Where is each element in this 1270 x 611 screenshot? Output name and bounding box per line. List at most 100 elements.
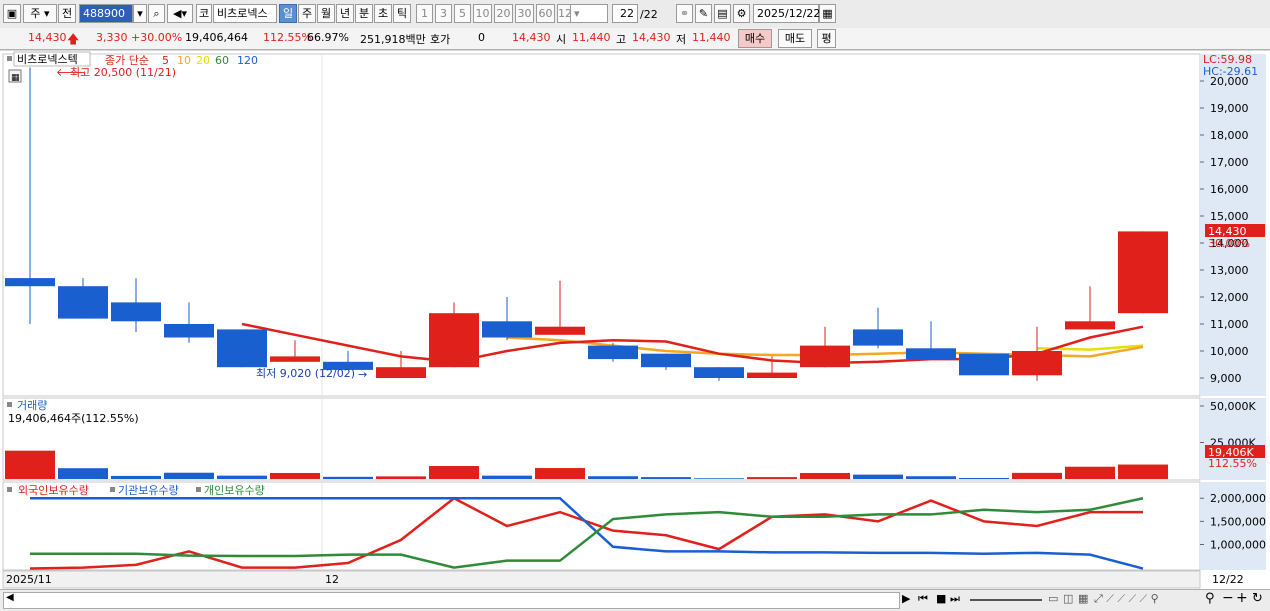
sell-button[interactable]: 매도 — [778, 29, 812, 48]
horizontal-scrollbar[interactable] — [3, 592, 900, 609]
scroll-right-icon[interactable]: ▶ — [902, 592, 910, 605]
bottom-bar: ◀ ▶ ⏮ ■ ⏭ ▭ ◫ ▦ ⤢ ⟋ ⟋ ⟋ ⟋ ⚲ ⚲ − + ↻ — [0, 589, 1270, 611]
interval-button-2[interactable]: 5 — [454, 4, 471, 23]
candle-body — [535, 326, 585, 335]
volume-bar — [5, 450, 55, 479]
chart-area[interactable]: 20,000 19,000 18,000 17,000 16,000 15,000 14,0… — [0, 51, 1270, 589]
price-tick-label: 18,000 — [1210, 129, 1249, 142]
draw-icon[interactable]: ✎ — [695, 4, 712, 23]
interval-button-4[interactable]: 20 — [494, 4, 513, 23]
gear-icon[interactable]: ⚙ — [733, 4, 750, 23]
table-icon-glyph: ▦ — [11, 73, 20, 83]
legend-ma20: 20 — [196, 54, 210, 67]
interval-button-3[interactable]: 10 — [473, 4, 492, 23]
candle-body — [641, 353, 691, 368]
period-tab-1[interactable]: 주 — [298, 4, 316, 23]
code-dropdown-icon[interactable]: ▾ — [133, 4, 147, 23]
legend-marker — [7, 56, 12, 61]
holdings-axis: 2,000,000 1,500,000 1,000,000 — [1200, 492, 1266, 551]
stop-icon[interactable]: ■ — [936, 592, 946, 605]
date-input[interactable]: 2025/12/22 — [753, 4, 820, 23]
candle-body — [270, 356, 320, 362]
price-tick-label: 15,000 — [1210, 210, 1249, 223]
zoom-icon[interactable]: ⚲ — [1205, 591, 1215, 606]
candle-body — [853, 329, 903, 346]
name-prefix: 코 — [196, 4, 212, 23]
scroll-left-icon[interactable]: ◀ — [6, 592, 14, 603]
grid-icon[interactable]: ▦ — [1078, 592, 1088, 605]
candle-body — [376, 367, 426, 378]
search-icon[interactable]: ⌕ — [148, 4, 165, 23]
window-icon[interactable]: ▭ — [1048, 592, 1058, 605]
period-tab-4[interactable]: 분 — [355, 4, 373, 23]
volume-current-pct: 112.55% — [1208, 457, 1257, 470]
link-icon[interactable]: ⚭ — [676, 4, 693, 23]
interval-button-1[interactable]: 3 — [435, 4, 452, 23]
legend-ma60: 60 — [215, 54, 229, 67]
main-toolbar: ▣ 주 ▾ 전 488900 ▾ ⌕ ◀▾ 코 비츠로넥스 일주월년분초틱 13… — [0, 0, 1270, 29]
price-tick-label: 19,000 — [1210, 102, 1249, 115]
count-input[interactable]: 22 — [612, 4, 638, 23]
volume-bar — [1012, 472, 1062, 479]
period-tab-2[interactable]: 월 — [317, 4, 335, 23]
candle-body — [217, 329, 267, 368]
price-tick-label: 12,000 — [1210, 291, 1249, 304]
volume-bar — [853, 474, 903, 479]
legend-ma10: 10 — [177, 54, 191, 67]
volume-bar — [217, 475, 267, 479]
candle-body — [1065, 321, 1115, 330]
x-label-start: 2025/11 — [6, 573, 52, 586]
tools-icons[interactable]: ⤢ ⟋ ⟋ ⟋ ⟋ ⚲ — [1094, 592, 1159, 606]
quote-bar: 14,430 🡅 3,330 +30.00% 19,406,464 112.55… — [0, 28, 1270, 50]
period-tab-3[interactable]: 년 — [336, 4, 354, 23]
holdings-marker-3 — [196, 487, 201, 492]
buy-button[interactable]: 매수 — [738, 29, 772, 48]
min-arrow-icon: → — [358, 368, 367, 381]
save-icon[interactable]: ▤ — [714, 4, 731, 23]
prev-button[interactable]: 전 — [58, 4, 76, 23]
candle-body — [429, 313, 479, 368]
period-tab-0[interactable]: 일 — [279, 4, 297, 23]
holdings-tick-label: 1,000,000 — [1210, 538, 1266, 551]
volume-bar — [429, 466, 479, 479]
volume-bar — [535, 468, 585, 479]
zoom-out-icon[interactable]: − — [1222, 590, 1234, 606]
volume-ratio: 112.55% — [263, 31, 312, 44]
holdings-series-personal: 개인보유수량 — [204, 484, 265, 497]
amount: 251,918백만 — [360, 33, 426, 46]
holdings-tick-label: 1,500,000 — [1210, 515, 1266, 528]
market-select[interactable]: 주 ▾ — [23, 4, 57, 23]
up-arrow-icon: 🡅 — [67, 32, 80, 46]
turnover: 66.97% — [307, 31, 349, 44]
volume-bar — [323, 476, 373, 479]
interval-button-6[interactable]: 60 — [536, 4, 555, 23]
code-input[interactable]: 488900 — [79, 4, 133, 23]
volume-bar — [906, 476, 956, 479]
candle-body — [800, 345, 850, 368]
volume-bar — [747, 477, 797, 479]
zoom-slider[interactable] — [970, 599, 1042, 601]
rewind-icon[interactable]: ⏮ — [918, 592, 928, 606]
chart-svg[interactable]: 20,00019,00018,00017,00016,00015,00014,0… — [0, 51, 1270, 589]
candle-body — [58, 286, 108, 319]
candle-body — [747, 372, 797, 378]
interval-button-0[interactable]: 1 — [416, 4, 433, 23]
calendar-icon[interactable]: ▦ — [819, 4, 836, 23]
volume-bar — [800, 473, 850, 479]
volume-bar — [58, 468, 108, 479]
zoom-in-icon[interactable]: + — [1236, 590, 1248, 606]
interval-select[interactable]: ▾ — [570, 4, 608, 23]
fast-forward-icon[interactable]: ⏭ — [950, 592, 960, 606]
eval-button[interactable]: 평 — [817, 29, 836, 48]
period-tab-5[interactable]: 초 — [374, 4, 392, 23]
holdings-tick-label: 2,000,000 — [1210, 492, 1266, 505]
split-icon[interactable]: ◫ — [1063, 592, 1073, 605]
layout-icon[interactable]: ▣ — [3, 4, 21, 23]
candle-body — [111, 302, 161, 322]
reset-icon[interactable]: ↻ — [1252, 591, 1263, 606]
bid: 14,430 — [512, 31, 551, 44]
low: 11,440 — [692, 31, 731, 44]
period-tab-6[interactable]: 틱 — [393, 4, 411, 23]
speaker-icon[interactable]: ◀▾ — [167, 4, 193, 23]
interval-button-5[interactable]: 30 — [515, 4, 534, 23]
